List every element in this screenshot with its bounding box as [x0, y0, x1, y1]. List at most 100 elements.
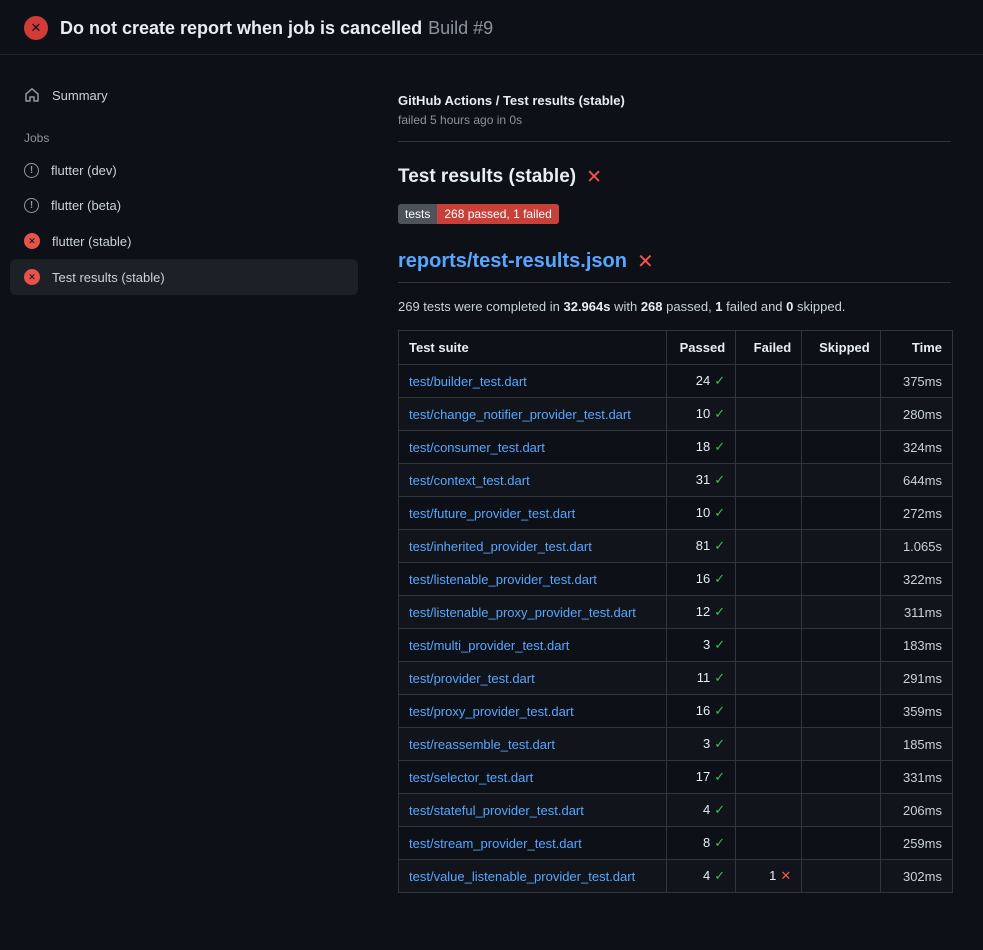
table-row: test/consumer_test.dart18✓324ms: [399, 431, 953, 464]
table-row: test/value_listenable_provider_test.dart…: [399, 860, 953, 893]
test-suite-link[interactable]: test/reassemble_test.dart: [409, 737, 555, 752]
failed-cell: 1✕: [736, 860, 802, 893]
sidebar-item-label: flutter (dev): [51, 163, 117, 178]
test-suite-cell: test/listenable_provider_test.dart: [399, 563, 667, 596]
report-file-link[interactable]: reports/test-results.json: [398, 250, 627, 273]
test-suite-link[interactable]: test/proxy_provider_test.dart: [409, 704, 574, 719]
sidebar-item-flutter-stable[interactable]: ✕ flutter (stable): [10, 223, 358, 259]
time-cell: 375ms: [880, 365, 952, 398]
test-suite-cell: test/selector_test.dart: [399, 761, 667, 794]
test-suite-cell: test/future_provider_test.dart: [399, 497, 667, 530]
table-row: test/listenable_proxy_provider_test.dart…: [399, 596, 953, 629]
check-icon: ✓: [714, 472, 725, 487]
page-title: Do not create report when job is cancell…: [60, 18, 422, 39]
skipped-cell: [802, 827, 880, 860]
check-icon: ✓: [714, 637, 725, 652]
test-suite-cell: test/builder_test.dart: [399, 365, 667, 398]
main-content: GitHub Actions / Test results (stable) f…: [368, 55, 983, 893]
check-icon: ✓: [714, 670, 725, 685]
time-cell: 302ms: [880, 860, 952, 893]
test-suite-cell: test/value_listenable_provider_test.dart: [399, 860, 667, 893]
failed-status-icon: ✕: [24, 16, 48, 40]
passed-cell: 16✓: [667, 695, 736, 728]
passed-cell: 3✓: [667, 728, 736, 761]
check-icon: ✓: [714, 406, 725, 421]
sidebar-item-summary[interactable]: Summary: [10, 77, 358, 113]
check-icon: ✓: [714, 373, 725, 388]
failed-cell: [736, 629, 802, 662]
table-row: test/change_notifier_provider_test.dart1…: [399, 398, 953, 431]
test-suite-link[interactable]: test/future_provider_test.dart: [409, 506, 575, 521]
table-row: test/context_test.dart31✓644ms: [399, 464, 953, 497]
failed-cell: [736, 497, 802, 530]
tests-badge: tests 268 passed, 1 failed: [398, 204, 559, 224]
check-icon: ✓: [714, 769, 725, 784]
badge-label: tests: [398, 204, 437, 224]
skipped-cell: [802, 695, 880, 728]
time-cell: 206ms: [880, 794, 952, 827]
test-suite-link[interactable]: test/stateful_provider_test.dart: [409, 803, 584, 818]
time-cell: 272ms: [880, 497, 952, 530]
x-icon: ✕: [780, 868, 791, 883]
test-suite-link[interactable]: test/inherited_provider_test.dart: [409, 539, 592, 554]
summary-line: 269 tests were completed in 32.964s with…: [398, 299, 951, 314]
test-suite-link[interactable]: test/change_notifier_provider_test.dart: [409, 407, 631, 422]
test-suite-link[interactable]: test/value_listenable_provider_test.dart: [409, 869, 635, 884]
passed-cell: 12✓: [667, 596, 736, 629]
passed-cell: 8✓: [667, 827, 736, 860]
skipped-cell: [802, 860, 880, 893]
passed-cell: 24✓: [667, 365, 736, 398]
check-icon: ✓: [714, 835, 725, 850]
passed-cell: 4✓: [667, 794, 736, 827]
test-suite-cell: test/proxy_provider_test.dart: [399, 695, 667, 728]
time-cell: 183ms: [880, 629, 952, 662]
failed-cell: [736, 431, 802, 464]
time-cell: 644ms: [880, 464, 952, 497]
test-suite-cell: test/multi_provider_test.dart: [399, 629, 667, 662]
table-row: test/stream_provider_test.dart8✓259ms: [399, 827, 953, 860]
time-cell: 331ms: [880, 761, 952, 794]
test-suite-link[interactable]: test/consumer_test.dart: [409, 440, 545, 455]
test-suite-link[interactable]: test/provider_test.dart: [409, 671, 535, 686]
test-suite-link[interactable]: test/builder_test.dart: [409, 374, 527, 389]
skipped-cell: [802, 794, 880, 827]
table-row: test/selector_test.dart17✓331ms: [399, 761, 953, 794]
skipped-cell: [802, 398, 880, 431]
table-row: test/multi_provider_test.dart3✓183ms: [399, 629, 953, 662]
test-suite-link[interactable]: test/stream_provider_test.dart: [409, 836, 582, 851]
passed-cell: 81✓: [667, 530, 736, 563]
sidebar-item-test-results-stable[interactable]: ✕Test results (stable): [10, 259, 358, 295]
test-suite-cell: test/change_notifier_provider_test.dart: [399, 398, 667, 431]
build-number: Build #9: [428, 18, 493, 39]
failed-cell: [736, 695, 802, 728]
badge-value: 268 passed, 1 failed: [437, 204, 558, 224]
page-header: ✕ Do not create report when job is cance…: [0, 0, 983, 55]
column-header-time: Time: [880, 331, 952, 365]
test-suite-link[interactable]: test/selector_test.dart: [409, 770, 533, 785]
time-cell: 324ms: [880, 431, 952, 464]
skipped-cell: [802, 662, 880, 695]
check-icon: ✓: [714, 736, 725, 751]
sidebar-item-flutter-beta[interactable]: !flutter (beta): [10, 188, 358, 223]
check-icon: ✓: [714, 868, 725, 883]
time-cell: 311ms: [880, 596, 952, 629]
test-suite-cell: test/provider_test.dart: [399, 662, 667, 695]
time-cell: 359ms: [880, 695, 952, 728]
test-suite-link[interactable]: test/listenable_proxy_provider_test.dart: [409, 605, 636, 620]
test-suite-cell: test/inherited_provider_test.dart: [399, 530, 667, 563]
test-suite-cell: test/context_test.dart: [399, 464, 667, 497]
failed-x-icon: ✕: [637, 252, 654, 272]
check-icon: ✓: [714, 703, 725, 718]
test-suite-link[interactable]: test/listenable_provider_test.dart: [409, 572, 597, 587]
home-icon: [24, 87, 40, 103]
divider: [398, 141, 951, 142]
x-circle-icon: ✕: [24, 233, 40, 249]
skipped-cell: [802, 464, 880, 497]
table-row: test/future_provider_test.dart10✓272ms: [399, 497, 953, 530]
test-suite-cell: test/reassemble_test.dart: [399, 728, 667, 761]
test-suite-link[interactable]: test/multi_provider_test.dart: [409, 638, 569, 653]
test-suite-link[interactable]: test/context_test.dart: [409, 473, 530, 488]
sidebar-item-label: flutter (stable): [52, 234, 131, 249]
sidebar-item-label: flutter (beta): [51, 198, 121, 213]
sidebar-item-flutter-dev[interactable]: !flutter (dev): [10, 153, 358, 188]
